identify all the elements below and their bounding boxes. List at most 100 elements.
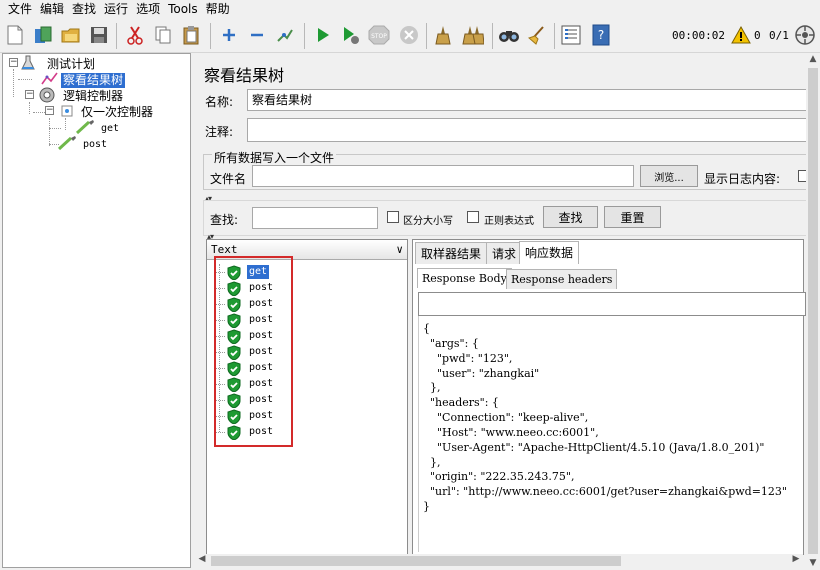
response-body-line: "url": "http://www.neeo.cc:6001/get?user… xyxy=(423,485,787,499)
response-body-line: "origin": "222.35.243.75", xyxy=(423,470,575,484)
function-helper-icon[interactable] xyxy=(560,24,582,46)
expand-icon[interactable] xyxy=(218,24,240,46)
response-body-line: "args": { xyxy=(423,336,479,350)
test-plan-icon xyxy=(21,55,35,74)
subtab-response-body[interactable]: Response Body xyxy=(417,268,512,288)
response-body-line: { xyxy=(423,322,430,335)
tree-node-label: get xyxy=(101,122,120,134)
main-horizontal-scrollbar[interactable]: ◀ ▶ xyxy=(195,554,803,568)
controller-icon xyxy=(59,103,75,122)
collapse-icon[interactable] xyxy=(246,24,268,46)
toggle-icon[interactable] xyxy=(274,24,296,46)
browse-button[interactable]: 浏览... xyxy=(640,165,698,187)
menu-search[interactable]: 查找 xyxy=(68,0,100,18)
toolbar-separator xyxy=(492,23,493,49)
case-sensitive-checkbox[interactable] xyxy=(387,211,399,223)
toolbar-separator xyxy=(554,23,555,49)
name-field[interactable]: 察看结果树 xyxy=(247,89,807,111)
tree-node-test-plan[interactable]: 测试计划 xyxy=(21,55,97,74)
search-button[interactable]: 查找 xyxy=(543,206,598,228)
sampler-pipette-icon xyxy=(57,135,79,154)
menu-bar: 文件 编辑 查找 运行 选项 Tools 帮助 xyxy=(0,0,820,18)
toolbar-separator xyxy=(116,23,117,49)
tree-node-logic-controller[interactable]: 逻辑控制器 xyxy=(37,87,125,106)
active-threads: 0/1 xyxy=(769,29,789,42)
tab-sampler-result[interactable]: 取样器结果 xyxy=(415,242,488,264)
tree-node-label: 测试计划 xyxy=(47,56,96,71)
name-label: 名称: xyxy=(205,95,234,109)
tree-node-label: 仅一次控制器 xyxy=(81,104,154,119)
response-body-line: }, xyxy=(423,381,441,395)
copy-icon[interactable] xyxy=(152,24,174,46)
response-search-input[interactable] xyxy=(418,292,806,316)
tree-node-post[interactable]: post xyxy=(57,135,109,154)
menu-file[interactable]: 文件 xyxy=(4,0,36,18)
comment-field[interactable] xyxy=(247,118,807,142)
response-body-line: "user": "zhangkai" xyxy=(423,366,540,380)
tab-request[interactable]: 请求 xyxy=(486,242,523,264)
tree-node-label: post xyxy=(83,138,108,150)
search-label: 查找: xyxy=(210,213,239,227)
tree-node-once-only-controller[interactable]: 仅一次控制器 xyxy=(59,104,155,120)
search-input[interactable] xyxy=(252,207,378,229)
collapse-icon[interactable]: − xyxy=(25,90,34,99)
regex-label: 正则表达式 xyxy=(484,216,534,227)
start-icon[interactable] xyxy=(312,24,334,46)
templates-icon[interactable] xyxy=(32,24,54,46)
menu-options[interactable]: 选项 xyxy=(132,0,164,18)
filename-input[interactable] xyxy=(252,165,634,187)
tree-node-label: 逻辑控制器 xyxy=(63,88,124,103)
toolbar-separator xyxy=(426,23,427,49)
save-icon[interactable] xyxy=(88,24,110,46)
response-body-text: { "args": { "pwd": "123", "user": "zhang… xyxy=(418,316,800,552)
tree-node-label: 察看结果树 xyxy=(61,72,126,88)
stop-icon[interactable]: STOP xyxy=(368,24,390,46)
open-icon[interactable] xyxy=(60,24,82,46)
svg-text:STOP: STOP xyxy=(371,33,387,40)
start-no-pauses-icon[interactable] xyxy=(340,24,362,46)
renderer-value: Text xyxy=(211,243,238,256)
cut-icon[interactable] xyxy=(124,24,146,46)
controller-gear-icon xyxy=(37,87,57,106)
collapse-icon[interactable]: − xyxy=(9,58,18,67)
tab-response-data[interactable]: 响应数据 xyxy=(519,241,580,264)
menu-tools[interactable]: Tools xyxy=(164,0,202,18)
response-body-line: }, xyxy=(423,455,441,469)
chevron-down-icon: ∨ xyxy=(396,243,403,256)
log-content-label: 显示日志内容: xyxy=(704,172,781,186)
reset-button[interactable]: 重置 xyxy=(604,206,661,228)
subtab-response-headers[interactable]: Response headers xyxy=(506,269,618,289)
shutdown-icon[interactable] xyxy=(398,24,420,46)
tree-node-get[interactable]: get xyxy=(75,119,121,136)
page-title: 察看结果树 xyxy=(204,66,285,85)
comment-label: 注释: xyxy=(205,125,234,139)
search-icon[interactable] xyxy=(498,24,520,46)
highlight-box xyxy=(214,256,293,447)
svg-text:?: ? xyxy=(598,28,604,42)
response-body-line: "User-Agent": "Apache-HttpClient/4.5.10 … xyxy=(423,440,765,454)
new-icon[interactable] xyxy=(4,24,26,46)
clear-icon[interactable] xyxy=(432,24,454,46)
response-body-line: "Connection": "keep-alive", xyxy=(423,411,589,425)
toolbar-separator xyxy=(304,23,305,49)
response-body-line: "pwd": "123", xyxy=(423,351,513,365)
response-body-line: } xyxy=(423,500,430,514)
main-vertical-scrollbar[interactable]: ▲ ▼ xyxy=(806,54,820,568)
help-icon[interactable]: ? xyxy=(590,24,612,46)
elapsed-time: 00:00:02 xyxy=(672,29,725,42)
clear-all-icon[interactable] xyxy=(462,24,484,46)
filename-label: 文件名 xyxy=(210,172,247,186)
menu-help[interactable]: 帮助 xyxy=(202,0,234,18)
paste-icon[interactable] xyxy=(180,24,202,46)
regex-checkbox[interactable] xyxy=(467,211,479,223)
collapse-icon[interactable]: − xyxy=(45,106,54,115)
remote-icon[interactable] xyxy=(794,24,816,46)
test-plan-tree: − − − 测试计划 察看结果树 逻辑控制器 仅一次控制器 get post xyxy=(2,53,191,568)
warning-count: 0 xyxy=(754,29,761,42)
menu-edit[interactable]: 编辑 xyxy=(36,0,68,18)
file-section-title: 所有数据写入一个文件 xyxy=(212,149,337,166)
warning-icon[interactable] xyxy=(730,24,752,46)
reset-search-icon[interactable] xyxy=(526,24,548,46)
response-body-line: "Host": "www.neeo.cc:6001", xyxy=(423,425,599,439)
menu-run[interactable]: 运行 xyxy=(100,0,132,18)
